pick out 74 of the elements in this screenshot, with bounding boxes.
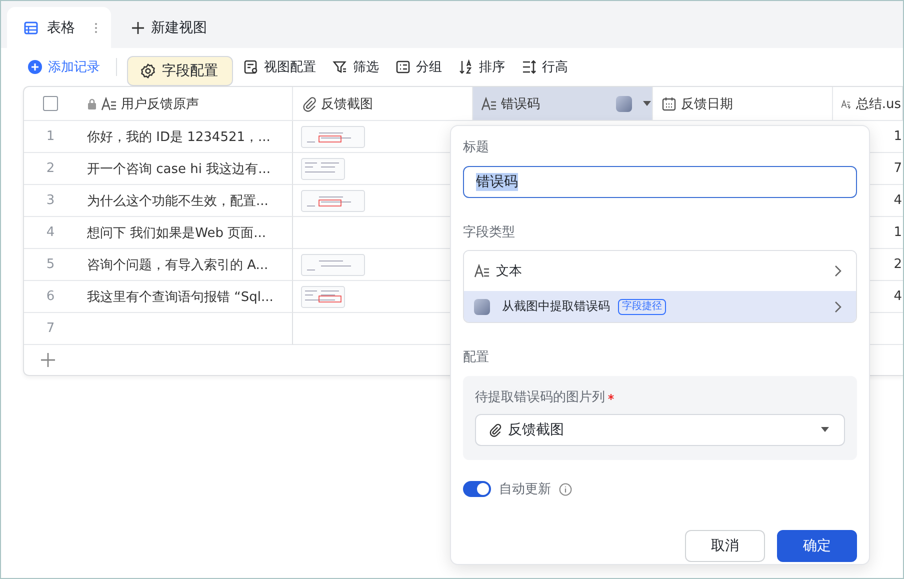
cancel-button[interactable]: 取消 <box>685 530 765 562</box>
shortcut-icon <box>616 96 632 112</box>
image-column-select[interactable]: 反馈截图 <box>475 414 845 446</box>
text-field-icon <box>481 96 497 110</box>
more-icon[interactable] <box>93 20 99 34</box>
calendar-icon <box>661 96 677 112</box>
confirm-button[interactable]: 确定 <box>777 530 857 562</box>
row-number: 7 <box>46 321 55 336</box>
plus-icon <box>131 20 145 34</box>
shortcut-icon <box>474 298 490 314</box>
toolbar-button[interactable]: 筛选 <box>326 54 385 80</box>
new-view-button[interactable]: 新建视图 <box>121 7 217 48</box>
table-cell-text: 为什么这个功能不生效，配置... <box>87 192 268 210</box>
table-cell-text: 开一个咨询 case hi 我这边有... <box>87 160 271 178</box>
table-cell: 7 <box>894 161 902 176</box>
row-number: 3 <box>46 193 55 208</box>
screenshot-thumbnail[interactable] <box>301 190 365 212</box>
row-number: 4 <box>46 225 55 240</box>
sort-icon <box>458 59 474 75</box>
tag: 字段捷径 <box>618 298 666 314</box>
row-number: 1 <box>46 129 55 144</box>
section-label: 配置 <box>463 349 490 366</box>
dropdown-caret-icon <box>820 427 830 433</box>
toolbar-button[interactable]: 添加记录 <box>21 54 106 80</box>
table-cell-text: 我这里有个查询语句报错 “Sql... <box>87 288 274 306</box>
section-label: 字段类型 <box>463 224 516 241</box>
table-cell: 1 <box>894 129 902 144</box>
screenshot-thumbnail[interactable] <box>301 286 345 308</box>
select-all-checkbox[interactable] <box>43 96 58 111</box>
column-header[interactable]: 用户反馈原声 <box>77 87 293 121</box>
title-field[interactable]: 错误码 <box>463 166 857 198</box>
toolbar-button[interactable]: 字段配置 <box>127 56 233 86</box>
row-number: 2 <box>46 161 55 176</box>
section-label: 标题 <box>463 139 490 156</box>
table-cell: 2 <box>894 257 902 272</box>
column-header[interactable]: 错误码 <box>473 87 653 121</box>
auto-update-toggle[interactable] <box>463 481 491 497</box>
filter-icon <box>332 59 348 75</box>
chevron-right-icon <box>834 265 842 277</box>
dropdown-caret-icon[interactable] <box>642 100 652 106</box>
chevron-right-icon <box>834 300 842 312</box>
column-header[interactable]: 总结.us <box>833 87 903 121</box>
table-cell-text: 咨询个问题，有导入索引的 A... <box>87 256 268 274</box>
text-field-icon <box>101 96 117 110</box>
toolbar-button[interactable]: 分组 <box>389 54 448 80</box>
settings-icon <box>140 63 156 79</box>
toolbar-button[interactable]: 行高 <box>515 54 574 80</box>
paperclip-icon <box>488 423 502 437</box>
add-icon <box>27 59 43 75</box>
table-cell: 4 <box>894 289 902 304</box>
document-icon <box>243 59 259 75</box>
info-icon[interactable] <box>559 482 572 496</box>
field-type-option[interactable]: 从截图中提取错误码 字段捷径 <box>464 291 856 322</box>
row-number: 6 <box>46 289 55 304</box>
table-cell: 4 <box>894 193 902 208</box>
table-icon <box>23 20 39 36</box>
add-row-icon[interactable] <box>40 352 56 368</box>
screenshot-thumbnail[interactable] <box>301 126 365 148</box>
table-cell: 1 <box>894 225 902 240</box>
toolbar-button[interactable]: 排序 <box>452 54 511 80</box>
screenshot-thumbnail[interactable] <box>301 254 365 276</box>
table-cell-text: 你好，我的 ID是 1234521，... <box>87 128 270 146</box>
row-number: 5 <box>46 257 55 272</box>
toggle-label: 自动更新 <box>499 481 551 498</box>
field-label: 待提取错误码的图片列 <box>475 389 605 406</box>
view-tab[interactable]: 表格 <box>7 7 111 48</box>
paperclip-icon <box>301 96 317 112</box>
toolbar-button[interactable]: 视图配置 <box>237 54 322 80</box>
list-icon <box>395 59 411 75</box>
row-height-icon <box>521 59 537 75</box>
table-cell-text: 想问下 我们如果是Web 页面... <box>87 224 266 242</box>
screenshot-thumbnail[interactable] <box>301 158 345 180</box>
text-field-icon <box>474 264 490 278</box>
column-header[interactable]: 反馈日期 <box>653 87 833 121</box>
